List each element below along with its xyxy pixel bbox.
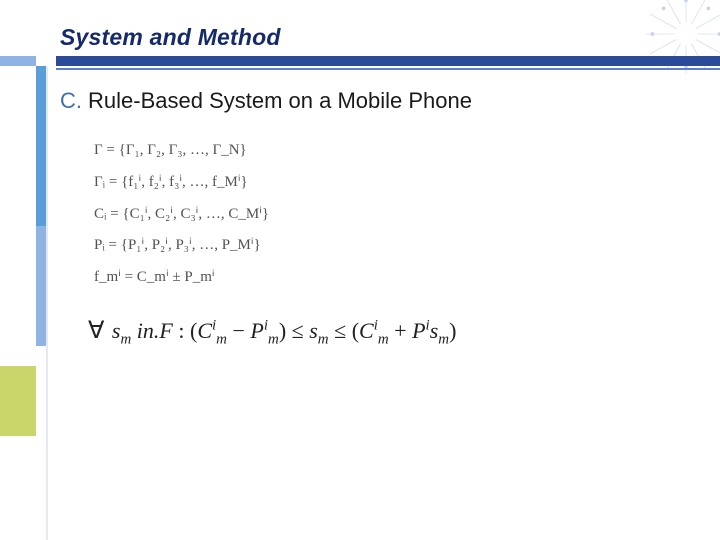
C-1: C (197, 318, 212, 343)
le-2: ≤ (334, 318, 352, 343)
inequality-expression: ∀ sm in.F : (Cim − Pim) ≤ sm ≤ (Cim + Pi… (88, 316, 680, 345)
equation-list: Γ = {Γ₁, Γ₂, Γ₃, …, Γ_N} Γᵢ = {f₁ⁱ, f₂ⁱ,… (94, 138, 680, 290)
var-s-2: s (309, 318, 318, 343)
minus: − (232, 318, 250, 343)
close-1: ) (279, 318, 286, 343)
slide: System and Method C.Rule-Based System on… (0, 0, 720, 540)
eq-gamma-i: Γᵢ = {f₁ⁱ, f₂ⁱ, f₃ⁱ, …, f_Mⁱ} (94, 170, 680, 195)
title-divider (0, 56, 720, 76)
le-1: ≤ (292, 318, 310, 343)
sub-m-2: m (216, 331, 227, 347)
eq-p-i: Pᵢ = {P₁ⁱ, P₂ⁱ, P₃ⁱ, …, P_Mⁱ} (94, 233, 680, 258)
sub-m-6: m (438, 331, 449, 347)
P-2: P (412, 318, 425, 343)
section-lead: C. (60, 88, 82, 113)
var-s-3: s (430, 318, 439, 343)
sub-m-3: m (268, 331, 279, 347)
close-2: ) (449, 318, 456, 343)
C-2: C (359, 318, 374, 343)
F-set: F (159, 318, 172, 343)
forall-symbol: ∀ (88, 318, 104, 344)
P-1: P (250, 318, 263, 343)
colon: : (173, 318, 190, 343)
sub-m-5: m (378, 331, 389, 347)
plus: + (394, 318, 412, 343)
slide-title: System and Method (60, 24, 620, 51)
content-area: C.Rule-Based System on a Mobile Phone Γ … (60, 88, 680, 520)
title-wrap: System and Method (60, 24, 620, 51)
left-accent-bars (0, 66, 56, 540)
section-heading: C.Rule-Based System on a Mobile Phone (60, 88, 680, 114)
eq-c-i: Cᵢ = {C₁ⁱ, C₂ⁱ, C₃ⁱ, …, C_Mⁱ} (94, 202, 680, 227)
sub-m-4: m (318, 331, 329, 347)
open-2: ( (352, 318, 359, 343)
in-text: in. (137, 318, 160, 343)
eq-f-im: f_mⁱ = C_mⁱ ± P_mⁱ (94, 265, 680, 290)
eq-gamma-set: Γ = {Γ₁, Γ₂, Γ₃, …, Γ_N} (94, 138, 680, 163)
section-text: Rule-Based System on a Mobile Phone (88, 88, 472, 113)
sub-m-1: m (120, 331, 131, 347)
